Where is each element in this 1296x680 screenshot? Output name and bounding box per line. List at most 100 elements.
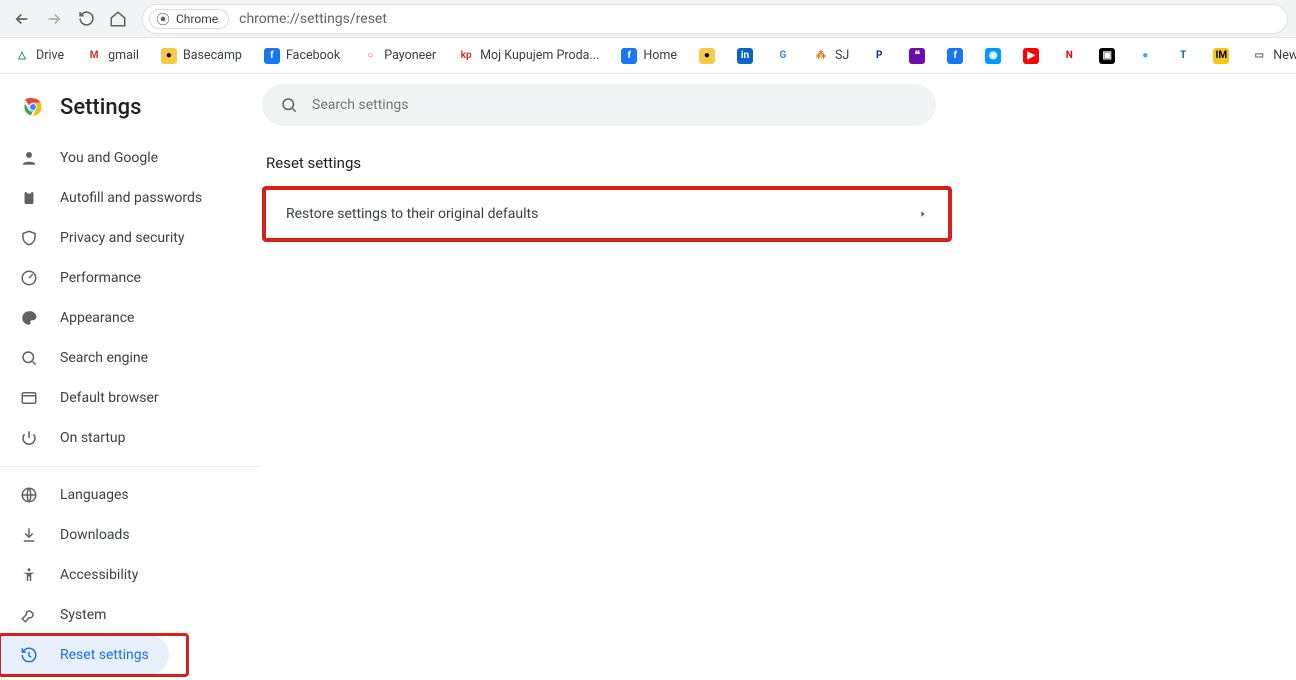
sidebar-item-autofill-and-passwords[interactable]: Autofill and passwords — [0, 178, 242, 218]
download-icon — [20, 526, 38, 544]
history-icon — [20, 646, 38, 664]
sidebar-item-on-startup[interactable]: On startup — [0, 418, 242, 458]
bookmark-label: Basecamp — [183, 48, 242, 63]
page-title: Settings — [60, 95, 141, 120]
bookmark-favicon: f — [947, 48, 963, 64]
sidebar-item-you-and-google[interactable]: You and Google — [0, 138, 242, 178]
bookmark-favicon: ❝ — [909, 48, 925, 64]
browser-icon — [20, 389, 38, 407]
main-area: Settings You and Google Autofill and pass… — [0, 74, 1296, 680]
brand-row: Settings — [0, 88, 260, 138]
bookmark-label: Drive — [36, 48, 64, 63]
reload-icon — [78, 10, 95, 27]
sidebar-item-label: Downloads — [60, 527, 130, 543]
settings-search-input[interactable] — [312, 97, 918, 113]
highlight-box: Reset settings — [0, 635, 187, 675]
sidebar-item-system[interactable]: System — [0, 595, 242, 635]
sidebar-item-label: On startup — [60, 430, 126, 446]
bookmark-item[interactable]: IM — [1207, 44, 1235, 68]
sidebar-item-label: Performance — [60, 270, 141, 286]
bookmark-item[interactable]: G — [769, 44, 797, 68]
sidebar-item-performance[interactable]: Performance — [0, 258, 242, 298]
section-title: Reset settings — [266, 154, 952, 172]
speed-icon — [20, 269, 38, 287]
sidebar-item-label: Privacy and security — [60, 230, 184, 246]
bookmark-favicon: ● — [1137, 48, 1153, 64]
bookmark-item[interactable]: P — [865, 44, 893, 68]
bookmark-item[interactable]: f Facebook — [258, 44, 346, 68]
sidebar-item-label: System — [60, 607, 106, 623]
bookmark-favicon: ▭ — [1251, 48, 1267, 64]
back-button[interactable] — [8, 5, 36, 33]
sidebar-item-label: You and Google — [60, 150, 158, 166]
accessibility-icon — [20, 566, 38, 584]
bookmark-item[interactable]: Mgmail — [80, 44, 145, 68]
bookmark-favicon: f — [264, 48, 280, 64]
forward-button[interactable] — [40, 5, 68, 33]
bookmark-item[interactable]: ● — [1131, 44, 1159, 68]
sidebar-item-downloads[interactable]: Downloads — [0, 515, 242, 555]
bookmark-item[interactable]: f Home — [615, 44, 683, 68]
bookmark-item[interactable]: ▭ New folder — [1245, 44, 1296, 68]
sidebar-item-reset-settings[interactable]: Reset settings — [0, 635, 169, 675]
chevron-right-icon — [918, 209, 928, 219]
reset-card: Restore settings to their original defau… — [262, 186, 952, 242]
reload-button[interactable] — [72, 5, 100, 33]
arrow-left-icon — [13, 10, 31, 28]
sidebar-item-privacy-and-security[interactable]: Privacy and security — [0, 218, 242, 258]
bookmark-favicon: ○ — [362, 48, 378, 64]
bookmark-favicon: ▣ — [1099, 48, 1115, 64]
power-icon — [20, 429, 38, 447]
bookmark-item[interactable]: ⁂ SJ — [807, 44, 855, 68]
bookmark-label: Home — [643, 48, 677, 63]
search-icon — [20, 349, 38, 367]
bookmark-item[interactable]: ❝ — [903, 44, 931, 68]
bookmark-item[interactable]: ●Basecamp — [155, 44, 248, 68]
bookmark-favicon: P — [871, 48, 887, 64]
bookmark-item[interactable]: ◉ — [979, 44, 1007, 68]
bookmark-item[interactable]: ● — [693, 44, 721, 68]
sidebar-item-label: Appearance — [60, 310, 134, 326]
sidebar-item-accessibility[interactable]: Accessibility — [0, 555, 242, 595]
clipboard-icon — [20, 189, 38, 207]
bookmark-favicon: in — [737, 48, 753, 64]
chip-label: Chrome — [176, 12, 218, 26]
omnibox[interactable]: Chrome chrome://settings/reset — [142, 4, 1288, 34]
bookmark-favicon: N — [1061, 48, 1077, 64]
bookmark-favicon: ◉ — [985, 48, 1001, 64]
bookmark-item[interactable]: T — [1169, 44, 1197, 68]
site-chip[interactable]: Chrome — [149, 9, 229, 29]
chrome-icon — [156, 12, 170, 26]
bookmark-item[interactable]: ▶ — [1017, 44, 1045, 68]
sidebar-item-label: Accessibility — [60, 567, 138, 583]
bookmark-item[interactable]: ▣ — [1093, 44, 1121, 68]
bookmark-label: SJ — [835, 48, 849, 63]
bookmark-favicon: M — [86, 48, 102, 64]
bookmark-label: Payoneer — [384, 48, 436, 63]
arrow-right-icon — [45, 10, 63, 28]
sidebar-item-search-engine[interactable]: Search engine — [0, 338, 242, 378]
bookmark-item[interactable]: f — [941, 44, 969, 68]
bookmark-label: gmail — [108, 48, 139, 63]
bookmark-favicon: △ — [14, 48, 30, 64]
settings-search[interactable] — [262, 84, 936, 126]
sidebar-item-appearance[interactable]: Appearance — [0, 298, 242, 338]
bookmark-item[interactable]: ○ Payoneer — [356, 44, 442, 68]
browser-toolbar: Chrome chrome://settings/reset — [0, 0, 1296, 38]
sidebar-item-languages[interactable]: Languages — [0, 475, 242, 515]
bookmark-item[interactable]: △ Drive — [8, 44, 70, 68]
bookmark-item[interactable]: kpMoj Kupujem Proda... — [452, 44, 605, 68]
bookmark-item[interactable]: in — [731, 44, 759, 68]
bookmark-label: Facebook — [286, 48, 340, 63]
person-icon — [20, 149, 38, 167]
bookmark-label: New folder — [1273, 48, 1296, 63]
bookmark-item[interactable]: N — [1055, 44, 1083, 68]
sidebar-item-default-browser[interactable]: Default browser — [0, 378, 242, 418]
bookmark-favicon: ⁂ — [813, 48, 829, 64]
restore-defaults-row[interactable]: Restore settings to their original defau… — [266, 190, 948, 238]
home-button[interactable] — [104, 5, 132, 33]
bookmark-favicon: f — [621, 48, 637, 64]
sidebar-item-label: Languages — [60, 487, 129, 503]
shield-icon — [20, 229, 38, 247]
sidebar-item-label: Reset settings — [60, 647, 149, 663]
